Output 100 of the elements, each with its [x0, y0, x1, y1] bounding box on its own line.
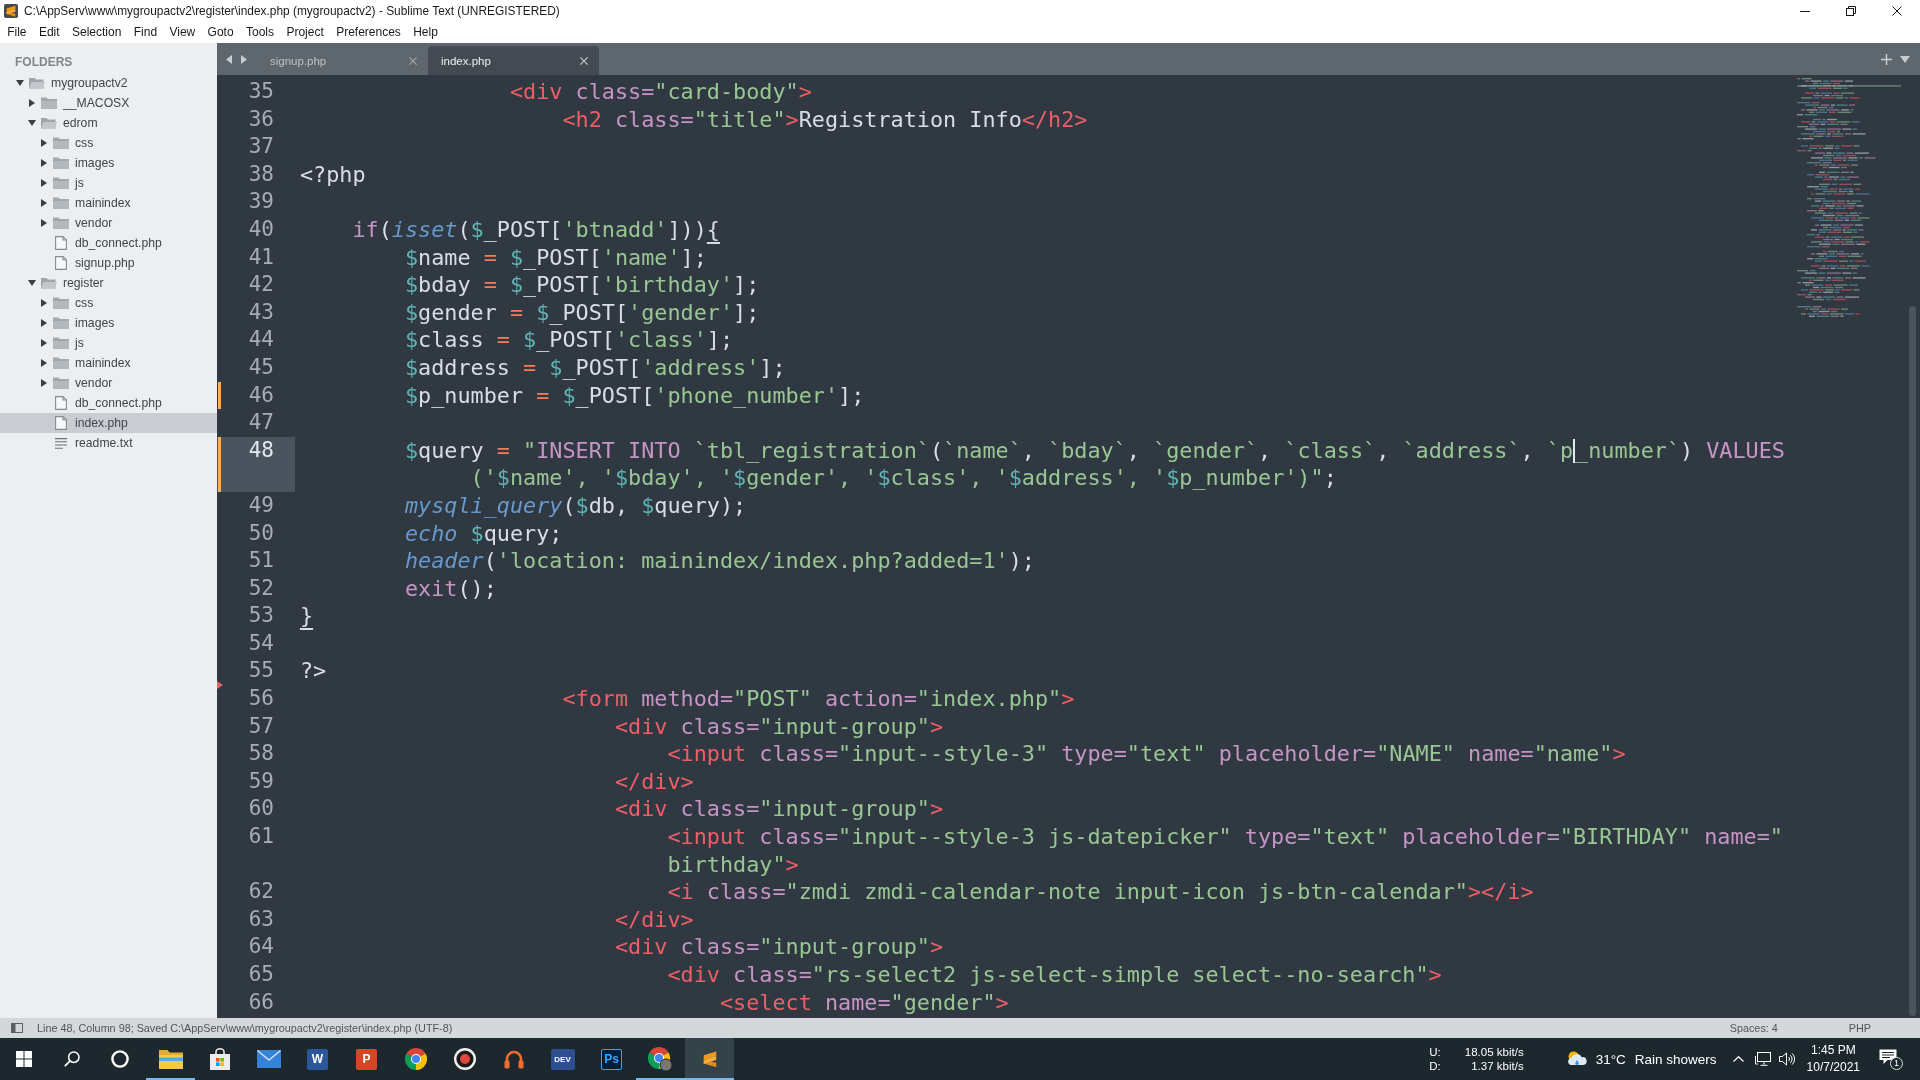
taskbar-button[interactable]: W [293, 1038, 342, 1080]
tree-item[interactable]: css [0, 293, 217, 313]
dropdown-icon[interactable] [1900, 55, 1910, 63]
clock-time[interactable]: 1:45 PM [1810, 1042, 1856, 1059]
file-icon [55, 236, 67, 250]
expanded-arrow-icon[interactable] [28, 280, 36, 286]
clock-date[interactable]: 10/7/2021 [1806, 1059, 1860, 1076]
speaker-icon[interactable] [1778, 1052, 1795, 1066]
line-number: 50 [248, 519, 274, 547]
line-number: 38 [248, 160, 274, 188]
menu-item[interactable]: Preferences [329, 22, 407, 43]
collapsed-arrow-icon[interactable] [41, 299, 47, 307]
indentation-setting[interactable]: Spaces: 4 [1729, 1022, 1778, 1034]
tree-item[interactable]: vendor [0, 373, 217, 393]
chevron-up-icon[interactable] [1732, 1056, 1744, 1062]
code-line: $address = $_POST['address']; [404, 353, 786, 382]
code-line: ('$name', '$bday', '$gender', '$class', '$address', '$p_number')"; [470, 464, 1337, 492]
line-number: 47 [248, 409, 274, 437]
collapsed-arrow-icon[interactable] [41, 379, 47, 387]
collapsed-arrow-icon[interactable] [41, 339, 47, 347]
stripes-logo-icon [4, 4, 18, 18]
line-number: 61 [248, 823, 274, 851]
minimize-icon [1800, 10, 1810, 12]
weather-temperature[interactable]: 31°C [1595, 1051, 1626, 1067]
taskbar-button[interactable]: DEV [538, 1038, 587, 1080]
line-number: 66 [248, 988, 274, 1016]
cloud-sun-rain-icon[interactable] [1565, 1050, 1588, 1068]
menu-item[interactable]: Selection [65, 22, 128, 43]
tree-item[interactable]: __MACOSX [0, 93, 217, 113]
tree-item[interactable]: images [0, 153, 217, 173]
code-line: <h2 class="title">Registration Info</h2> [562, 105, 1088, 134]
upload-label: U: [1429, 1045, 1441, 1059]
tree-item[interactable]: index.php [0, 413, 217, 433]
tree-item[interactable]: db_connect.php [0, 393, 217, 413]
download-speed: 1.37 kbit/s [1471, 1059, 1524, 1073]
menu-item[interactable]: File [1, 22, 33, 43]
syntax-setting[interactable]: PHP [1848, 1022, 1871, 1034]
tree-item[interactable]: mygroupactv2 [0, 73, 217, 93]
download-label: D: [1429, 1059, 1441, 1073]
line-number: 58 [248, 740, 274, 768]
collapsed-arrow-icon[interactable] [41, 199, 47, 207]
tab[interactable]: index.php [428, 46, 599, 75]
monitor-icon[interactable] [1754, 1052, 1771, 1066]
tree-item[interactable]: mainindex [0, 353, 217, 373]
code-line: } [300, 602, 314, 630]
ring-logo-with-avatar-icon [648, 1046, 673, 1072]
collapsed-arrow-icon[interactable] [29, 99, 35, 107]
collapsed-arrow-icon[interactable] [41, 139, 47, 147]
expanded-arrow-icon[interactable] [16, 80, 24, 86]
collapsed-arrow-icon[interactable] [41, 359, 47, 367]
collapsed-arrow-icon[interactable] [41, 159, 47, 167]
notification-count: 1 [1890, 1057, 1903, 1070]
code-line: <i class="zmdi zmdi-calendar-note input-icon js-btn-calendar"></i> [667, 878, 1534, 906]
line-number: 44 [248, 326, 274, 354]
minimap[interactable] [1797, 78, 1901, 318]
collapsed-arrow-icon[interactable] [41, 319, 47, 327]
menu-item[interactable]: View [163, 22, 202, 43]
line-number: 35 [248, 78, 274, 105]
panel-toggle-icon[interactable] [11, 1023, 23, 1033]
menu-item[interactable]: Tools [239, 22, 281, 43]
tree-item[interactable]: db_connect.php [0, 233, 217, 253]
code-line: $gender = $_POST['gender']; [404, 298, 760, 327]
weather-condition[interactable]: Rain showers [1634, 1051, 1717, 1067]
tree-item[interactable]: edrom [0, 113, 217, 133]
taskbar-button[interactable]: P [342, 1038, 391, 1080]
file-icon [55, 256, 67, 270]
collapsed-arrow-icon[interactable] [41, 219, 47, 227]
tree-item[interactable]: signup.php [0, 253, 217, 273]
tree-item[interactable]: mainindex [0, 193, 217, 213]
line-number: 42 [248, 271, 274, 299]
line-number: 39 [248, 188, 274, 216]
collapsed-arrow-icon[interactable] [41, 179, 47, 187]
scrollbar-thumb[interactable] [1909, 306, 1916, 1016]
menu-item[interactable]: Edit [32, 22, 66, 43]
previous-arrow-icon[interactable] [226, 54, 232, 64]
ring-icon [111, 1050, 129, 1068]
tree-item[interactable]: readme.txt [0, 433, 217, 453]
menu-item[interactable]: Help [407, 22, 445, 43]
close-icon[interactable] [1892, 6, 1902, 16]
taskbar-button[interactable]: Ps [587, 1038, 636, 1080]
menu-item[interactable]: Project [280, 22, 330, 43]
code-line: _number`) VALUES [1575, 436, 1785, 465]
line-number: 64 [248, 933, 274, 961]
file-icon [55, 396, 67, 410]
tree-item[interactable]: vendor [0, 213, 217, 233]
status-message: Line 48, Column 98; Saved C:\AppServ\www\mygroupactv2\register\index.php (UTF-8) [37, 1022, 453, 1034]
tree-item[interactable]: images [0, 313, 217, 333]
next-arrow-icon[interactable] [241, 54, 247, 64]
tree-item[interactable]: js [0, 333, 217, 353]
code-line: $bday = $_POST['birthday']; [404, 271, 760, 299]
menu-item[interactable]: Goto [201, 22, 240, 43]
code-line: echo $query; [404, 519, 563, 548]
code-line: header('location: mainindex/index.php?added=1'); [404, 547, 1035, 575]
expanded-arrow-icon[interactable] [28, 120, 36, 126]
plus-icon[interactable] [1881, 53, 1892, 65]
shopping-bag-icon [208, 1048, 231, 1070]
menu-item[interactable]: Find [127, 22, 164, 43]
tree-item[interactable]: js [0, 173, 217, 193]
tree-item[interactable]: css [0, 133, 217, 153]
tree-item[interactable]: register [0, 273, 217, 293]
